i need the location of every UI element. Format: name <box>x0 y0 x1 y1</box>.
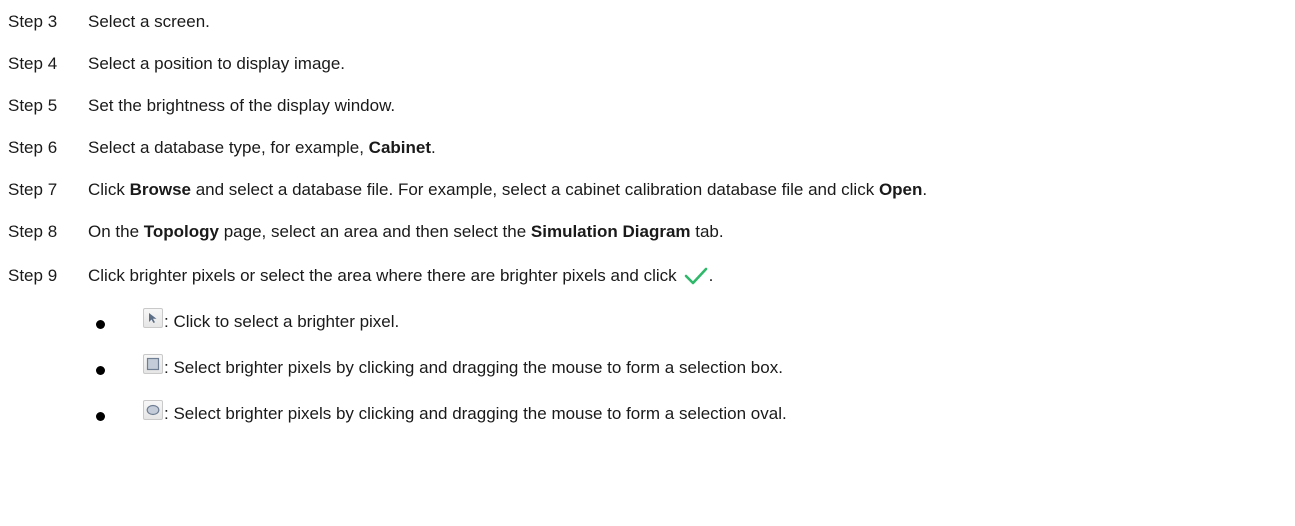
step-6: Step 6 Select a database type, for examp… <box>8 137 436 159</box>
step-number: Step 7 <box>8 180 58 199</box>
bullet <box>96 411 105 421</box>
step-number: Step 9 <box>8 266 58 285</box>
tool-item-box-select: : Select brighter pixels by clicking and… <box>96 354 783 382</box>
pointer-arrow-icon <box>143 308 163 328</box>
bold-term: Topology <box>143 222 219 241</box>
step-number: Step 5 <box>8 96 58 115</box>
step-text: On the Topology page, select an area and… <box>88 222 724 241</box>
step-7: Step 7 Click Browse and select a databas… <box>8 179 927 201</box>
step-4: Step 4 Select a position to display imag… <box>8 53 345 75</box>
step-8: Step 8 On the Topology page, select an a… <box>8 221 724 243</box>
tool-description: : Click to select a brighter pixel. <box>164 312 400 331</box>
bold-term: Simulation Diagram <box>530 222 691 241</box>
bold-term: Cabinet <box>368 138 432 157</box>
step-number: Step 8 <box>8 222 58 241</box>
step-text: Select a database type, for example, Cab… <box>88 138 436 157</box>
step-text: Click Browse and select a database file.… <box>88 180 928 199</box>
step-text: Select a screen. <box>88 12 210 31</box>
step-3: Step 3 Select a screen. <box>8 11 210 33</box>
oval-select-icon <box>143 400 163 420</box>
bullet <box>96 365 105 375</box>
step-text: Set the brightness of the display window… <box>88 96 396 115</box>
step-number: Step 4 <box>8 54 58 73</box>
step-text: Click brighter pixels or select the area… <box>88 266 677 285</box>
step-text: Select a position to display image. <box>88 54 346 73</box>
tool-description: : Select brighter pixels by clicking and… <box>164 404 787 423</box>
checkmark-icon <box>683 265 709 287</box>
step-trailing-period: . <box>708 266 714 285</box>
step-5: Step 5 Set the brightness of the display… <box>8 95 395 117</box>
tool-description: : Select brighter pixels by clicking and… <box>164 358 783 377</box>
step-number: Step 6 <box>8 138 58 157</box>
step-9: Step 9 Click brighter pixels or select t… <box>8 265 713 287</box>
bullet <box>96 319 105 329</box>
bold-term: Open <box>878 180 923 199</box>
step-number: Step 3 <box>8 12 58 31</box>
tool-item-pointer: : Click to select a brighter pixel. <box>96 308 399 336</box>
box-select-icon <box>143 354 163 374</box>
tool-item-oval-select: : Select brighter pixels by clicking and… <box>96 400 787 428</box>
bold-term: Browse <box>129 180 191 199</box>
